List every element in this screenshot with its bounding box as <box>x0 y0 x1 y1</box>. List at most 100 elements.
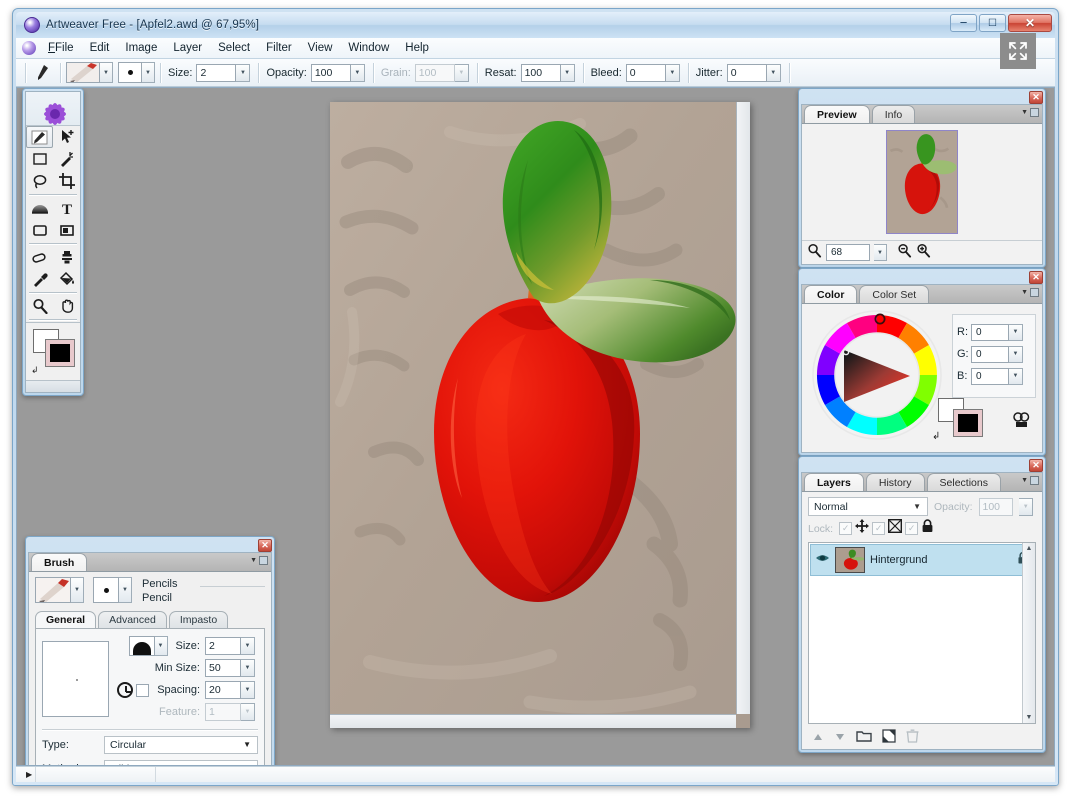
subtab-general[interactable]: General <box>35 611 97 628</box>
tab-preview[interactable]: Preview <box>804 105 870 123</box>
color-swap-icon[interactable]: ↲ <box>932 431 940 442</box>
preview-zoom-input[interactable]: 68 <box>826 244 870 261</box>
tab-info[interactable]: Info <box>871 105 916 123</box>
brush-variant-picker[interactable]: ▼ <box>35 577 84 603</box>
delete-layer-button[interactable] <box>906 729 919 748</box>
swap-colors-icon[interactable]: ↲ <box>31 365 39 376</box>
menu-view[interactable]: View <box>300 40 341 56</box>
resat-input[interactable]: 100 <box>520 63 561 82</box>
menu-filter[interactable]: Filter <box>258 40 300 56</box>
brush-method-select[interactable]: Mild Cover▼ <box>104 759 258 765</box>
menu-edit[interactable]: Edit <box>82 40 118 56</box>
canvas-horizontal-scrollbar[interactable] <box>330 714 736 728</box>
tool-magic-wand[interactable] <box>53 148 80 170</box>
preview-zoom-dropdown[interactable]: ▼ <box>874 244 887 261</box>
preview-panel-menu[interactable]: ▼ <box>1021 108 1039 117</box>
bleed-spinner[interactable]: ▼ <box>665 63 680 82</box>
subtab-advanced[interactable]: Advanced <box>98 611 167 628</box>
tool-lasso[interactable] <box>26 170 53 192</box>
brush-minsize-spinner[interactable]: ▼ <box>241 659 255 677</box>
size-input[interactable]: 2 <box>196 63 237 82</box>
menu-image[interactable]: Image <box>117 40 165 56</box>
preview-viewport[interactable] <box>802 124 1042 240</box>
tool-paint-bucket[interactable] <box>53 268 80 290</box>
tool-shape-fill[interactable] <box>53 219 80 241</box>
tool-brush[interactable] <box>26 126 53 148</box>
color-foreground-swatch[interactable] <box>953 409 983 437</box>
brush-shape-dropdown[interactable]: ▼ <box>154 636 168 656</box>
status-expand-icon[interactable]: ▶ <box>26 770 32 779</box>
brush-spacing-input[interactable]: 20 <box>205 681 241 699</box>
table-row[interactable]: Hintergrund <box>810 544 1034 576</box>
layer-opacity-input[interactable]: 100 <box>978 497 1014 516</box>
green-spinner[interactable]: ▼ <box>1009 345 1023 363</box>
new-group-button[interactable] <box>856 729 872 747</box>
brush-tip-picker[interactable]: ▼ <box>118 62 155 83</box>
brush-shape-thumb[interactable] <box>128 636 155 656</box>
tool-eyedropper[interactable] <box>26 268 53 290</box>
tool-text[interactable]: T <box>53 197 80 219</box>
current-tool-icon[interactable] <box>31 62 55 84</box>
document-menu-icon[interactable] <box>22 41 36 55</box>
tool-rectangle-select[interactable] <box>26 148 53 170</box>
tool-gradient[interactable] <box>26 197 53 219</box>
zoom-out-button[interactable] <box>897 243 912 263</box>
move-layer-up-button[interactable] <box>812 729 824 747</box>
color-mixer-icon[interactable] <box>1012 411 1030 434</box>
move-layer-down-button[interactable] <box>834 729 846 747</box>
red-spinner[interactable]: ▼ <box>1009 323 1023 341</box>
layer-visibility-icon[interactable] <box>815 551 830 569</box>
brush-preset-picker[interactable]: ▼ <box>66 62 113 83</box>
color-wheel[interactable] <box>812 310 942 440</box>
brush-tip-dropdown-2[interactable]: ▼ <box>119 577 132 603</box>
tool-zoom[interactable] <box>26 295 53 317</box>
layer-list-scrollbar[interactable]: ▲ ▼ <box>1022 543 1035 723</box>
brush-panel-close-button[interactable]: ✕ <box>258 539 272 552</box>
subtab-impasto[interactable]: Impasto <box>168 611 229 628</box>
menu-layer[interactable]: Layer <box>165 40 210 56</box>
brush-size-input[interactable]: 2 <box>205 637 241 655</box>
preview-panel-close-button[interactable]: ✕ <box>1029 91 1043 104</box>
foreground-color-swatch[interactable] <box>45 339 75 367</box>
tool-hand[interactable] <box>53 295 80 317</box>
menu-window[interactable]: Window <box>340 40 397 56</box>
tool-clone-stamp[interactable] <box>53 246 80 268</box>
menu-select[interactable]: Select <box>210 40 258 56</box>
brush-panel-menu[interactable]: ▼ <box>250 556 268 565</box>
brush-spacing-spinner[interactable]: ▼ <box>241 681 255 699</box>
green-input[interactable]: 0 <box>971 345 1009 363</box>
size-spinner[interactable]: ▼ <box>236 63 251 82</box>
canvas-vertical-scrollbar[interactable] <box>736 102 750 714</box>
tool-crop[interactable] <box>53 170 80 192</box>
opacity-spinner[interactable]: ▼ <box>350 63 365 82</box>
brush-size-spinner[interactable]: ▼ <box>241 637 255 655</box>
maximize-button[interactable]: ☐ <box>979 14 1006 32</box>
tool-eraser[interactable] <box>26 246 53 268</box>
brush-variant-dropdown[interactable]: ▼ <box>71 577 84 603</box>
color-panel-close-button[interactable]: ✕ <box>1029 271 1043 284</box>
brush-type-select[interactable]: Circular ▼ <box>104 735 258 754</box>
new-layer-button[interactable] <box>882 728 896 748</box>
tab-selections[interactable]: Selections <box>926 473 1001 491</box>
layer-opacity-spinner[interactable]: ▼ <box>1019 497 1033 516</box>
tab-history[interactable]: History <box>865 473 925 491</box>
lock-position-checkbox[interactable]: ✓ <box>839 522 853 535</box>
blend-mode-select[interactable]: Normal ▼ <box>808 497 928 516</box>
tab-layers[interactable]: Layers <box>804 473 864 491</box>
scroll-up-arrow-icon[interactable]: ▲ <box>1023 545 1035 552</box>
brush-tip-dropdown[interactable]: ▼ <box>142 62 155 83</box>
menu-help[interactable]: Help <box>397 40 437 56</box>
lock-transparency-checkbox[interactable]: ✓ <box>872 522 886 535</box>
resat-spinner[interactable]: ▼ <box>560 63 575 82</box>
bleed-input[interactable]: 0 <box>625 63 666 82</box>
tool-shape[interactable] <box>26 219 53 241</box>
red-input[interactable]: 0 <box>971 323 1009 341</box>
menu-file[interactable]: FFile <box>40 40 82 56</box>
jitter-input[interactable]: 0 <box>726 63 767 82</box>
blue-spinner[interactable]: ▼ <box>1009 367 1023 385</box>
tab-color[interactable]: Color <box>804 285 858 303</box>
layers-panel-menu[interactable]: ▼ <box>1021 476 1039 485</box>
lock-all-checkbox[interactable]: ✓ <box>905 522 919 535</box>
tab-brush[interactable]: Brush <box>31 553 88 571</box>
layer-list[interactable]: Hintergrund ▲ ▼ <box>808 542 1036 724</box>
